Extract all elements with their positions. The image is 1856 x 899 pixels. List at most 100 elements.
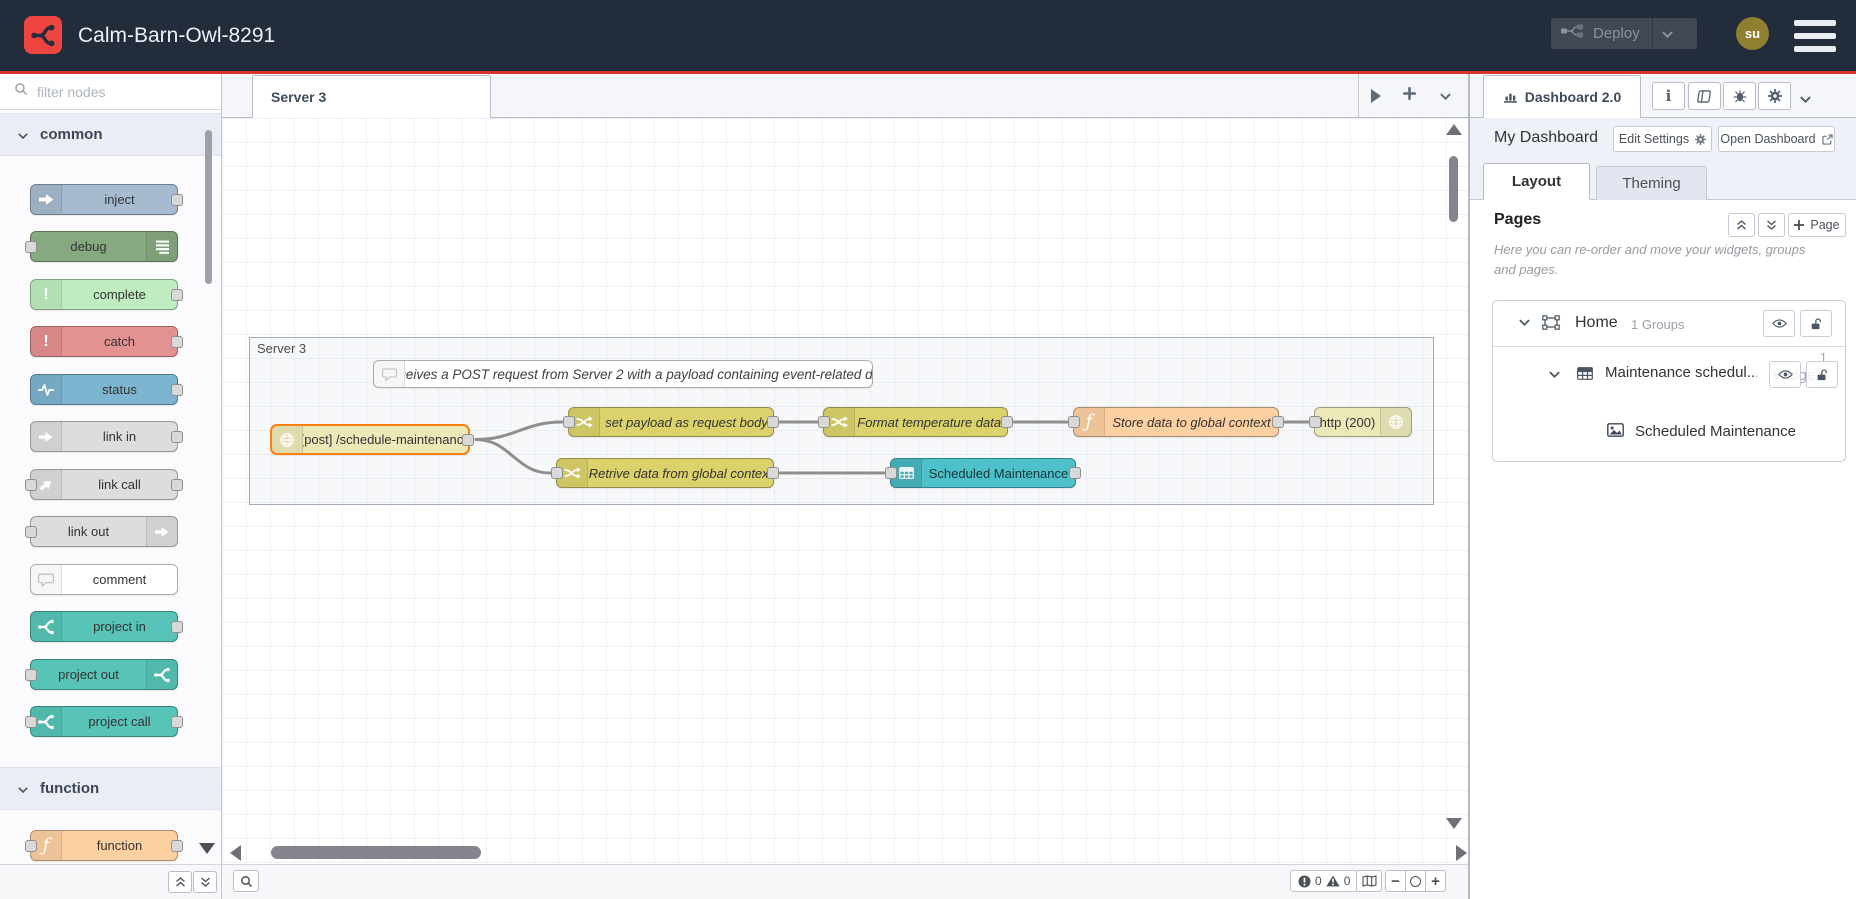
- canvas-search-button[interactable]: [233, 870, 259, 892]
- palette-scroll-down-icon[interactable]: [199, 843, 215, 854]
- palette-scrollbar-thumb[interactable]: [205, 130, 212, 284]
- palette-node-status[interactable]: status: [30, 374, 183, 405]
- open-dashboard-button[interactable]: Open Dashboard: [1718, 126, 1835, 152]
- lock-open-icon: [1817, 368, 1827, 380]
- chevron-down-icon: [1800, 96, 1811, 104]
- minimap-toggle-button[interactable]: [1356, 870, 1382, 892]
- lock-open-icon: [1811, 317, 1821, 329]
- flow-node-comment[interactable]: Receives a POST request from Server 2 wi…: [373, 360, 873, 388]
- flow-node-change-retrieve-data[interactable]: Retrive data from global context: [551, 458, 779, 488]
- palette-node-comment[interactable]: comment: [30, 564, 178, 595]
- output-port[interactable]: [1069, 467, 1081, 479]
- tree-row-group-maintenance[interactable]: Maintenance schedul...: [1493, 359, 1845, 399]
- main-menu-button[interactable]: [1794, 20, 1836, 52]
- palette-node-project-in[interactable]: project in: [30, 611, 183, 642]
- group-visibility-button[interactable]: [1769, 361, 1801, 388]
- add-flow-button[interactable]: [1398, 87, 1420, 105]
- flow-status-counts[interactable]: 0 0: [1290, 870, 1359, 892]
- sidebar-header: Dashboard 2.0 i: [1470, 74, 1856, 118]
- help-docs-button[interactable]: [1688, 82, 1721, 110]
- flow-node-ui-table[interactable]: Scheduled Maintenance: [885, 458, 1081, 488]
- flow-node-function-store-data[interactable]: ƒ Store data to global context: [1068, 407, 1284, 437]
- globe-icon: [1380, 408, 1411, 436]
- page-visibility-button[interactable]: [1763, 310, 1795, 337]
- flow-node-change-format-temperature[interactable]: Format temperature data.: [818, 407, 1013, 437]
- output-port[interactable]: [767, 467, 779, 479]
- output-port[interactable]: [462, 433, 474, 446]
- palette-node-label: project in: [93, 619, 146, 634]
- zoom-reset-button[interactable]: [1405, 870, 1426, 892]
- sidebar-tab-dashboard[interactable]: Dashboard 2.0: [1483, 75, 1641, 118]
- collapse-pages-button[interactable]: [1728, 213, 1755, 237]
- canvas-scroll-up-icon[interactable]: [1446, 124, 1462, 135]
- pages-tree: Home 1 Groups 1 Widgets Maintenance sche…: [1492, 300, 1846, 462]
- workspace-tab-server-3[interactable]: Server 3: [252, 75, 491, 118]
- input-port[interactable]: [563, 416, 575, 428]
- circle-icon: [1410, 875, 1421, 887]
- output-port[interactable]: [1001, 416, 1013, 428]
- tree-row-page-home[interactable]: Home 1 Groups: [1493, 301, 1845, 347]
- flow-canvas[interactable]: Server 3 Receives a POST request from Se…: [222, 118, 1468, 864]
- input-port[interactable]: [551, 467, 563, 479]
- output-port: [171, 383, 183, 396]
- input-port[interactable]: [818, 416, 830, 428]
- input-port[interactable]: [885, 467, 897, 479]
- palette-node-complete[interactable]: ! complete: [30, 279, 183, 310]
- palette-category-function[interactable]: function: [0, 767, 221, 810]
- error-count: 0: [1315, 874, 1322, 888]
- group-lock-button[interactable]: [1806, 361, 1838, 388]
- tab-layout[interactable]: Layout: [1483, 163, 1590, 200]
- palette-node-project-out[interactable]: project out: [25, 659, 178, 690]
- pulse-icon: [31, 375, 62, 404]
- palette-node-inject[interactable]: inject: [30, 184, 183, 215]
- sidebar-menu-button[interactable]: [1800, 90, 1811, 108]
- expand-pages-button[interactable]: [1758, 213, 1785, 237]
- palette-filter-input[interactable]: [35, 82, 199, 101]
- link-arrow-icon: [31, 422, 62, 451]
- edit-settings-button[interactable]: Edit Settings: [1613, 126, 1712, 152]
- chevron-down-icon[interactable]: [1549, 371, 1560, 378]
- chevron-down-icon[interactable]: [1519, 319, 1530, 326]
- palette-node-project-call[interactable]: project call: [25, 706, 183, 737]
- page-lock-button[interactable]: [1800, 310, 1832, 337]
- flow-node-http-response[interactable]: http (200): [1309, 407, 1412, 437]
- palette-node-function[interactable]: ƒ function: [25, 830, 183, 861]
- zoom-out-button[interactable]: −: [1385, 870, 1406, 892]
- canvas-vscrollbar-thumb[interactable]: [1449, 156, 1458, 222]
- tab-layout-label: Layout: [1511, 173, 1562, 190]
- tab-theming[interactable]: Theming: [1596, 166, 1707, 200]
- palette-collapse-all-button[interactable]: [168, 871, 192, 893]
- debug-sidebar-button[interactable]: [1723, 82, 1756, 110]
- user-avatar[interactable]: su: [1736, 17, 1769, 50]
- palette-expand-all-button[interactable]: [193, 871, 217, 893]
- settings-button[interactable]: [1758, 82, 1791, 110]
- zoom-in-button[interactable]: +: [1425, 870, 1446, 892]
- deploy-button[interactable]: Deploy: [1551, 18, 1697, 49]
- deploy-options-button[interactable]: [1653, 25, 1682, 43]
- palette-category-common[interactable]: common: [0, 113, 221, 156]
- info-button[interactable]: i: [1652, 82, 1685, 110]
- canvas-scroll-right-icon[interactable]: [1456, 845, 1467, 861]
- gear-icon: [1767, 89, 1782, 103]
- add-page-button[interactable]: Page: [1788, 213, 1846, 237]
- palette-node-link-call[interactable]: link call: [25, 469, 183, 500]
- flow-list-button[interactable]: [1434, 87, 1456, 105]
- run-flow-button[interactable]: [1365, 87, 1387, 105]
- canvas-hscrollbar-thumb[interactable]: [271, 846, 481, 859]
- tree-row-widget-scheduled-maintenance[interactable]: Scheduled Maintenance: [1493, 419, 1845, 449]
- input-port[interactable]: [1309, 416, 1321, 428]
- info-icon: i: [1665, 87, 1672, 105]
- palette-node-catch[interactable]: ! catch: [30, 326, 183, 357]
- input-port[interactable]: [1068, 416, 1080, 428]
- palette-node-link-in[interactable]: link in: [30, 421, 183, 452]
- output-port[interactable]: [1272, 416, 1284, 428]
- canvas-scroll-down-icon[interactable]: [1446, 818, 1462, 829]
- output-port[interactable]: [767, 416, 779, 428]
- flow-node-change-set-payload[interactable]: set payload as request body: [563, 407, 779, 437]
- palette-node-debug[interactable]: debug: [25, 231, 178, 262]
- canvas-scroll-left-icon[interactable]: [230, 845, 241, 861]
- palette-node-link-out[interactable]: link out: [25, 516, 178, 547]
- flow-node-http-in[interactable]: [post] /schedule-maintenance: [270, 424, 474, 455]
- tab-theming-label: Theming: [1622, 175, 1681, 192]
- palette-node-label: link in: [102, 429, 137, 444]
